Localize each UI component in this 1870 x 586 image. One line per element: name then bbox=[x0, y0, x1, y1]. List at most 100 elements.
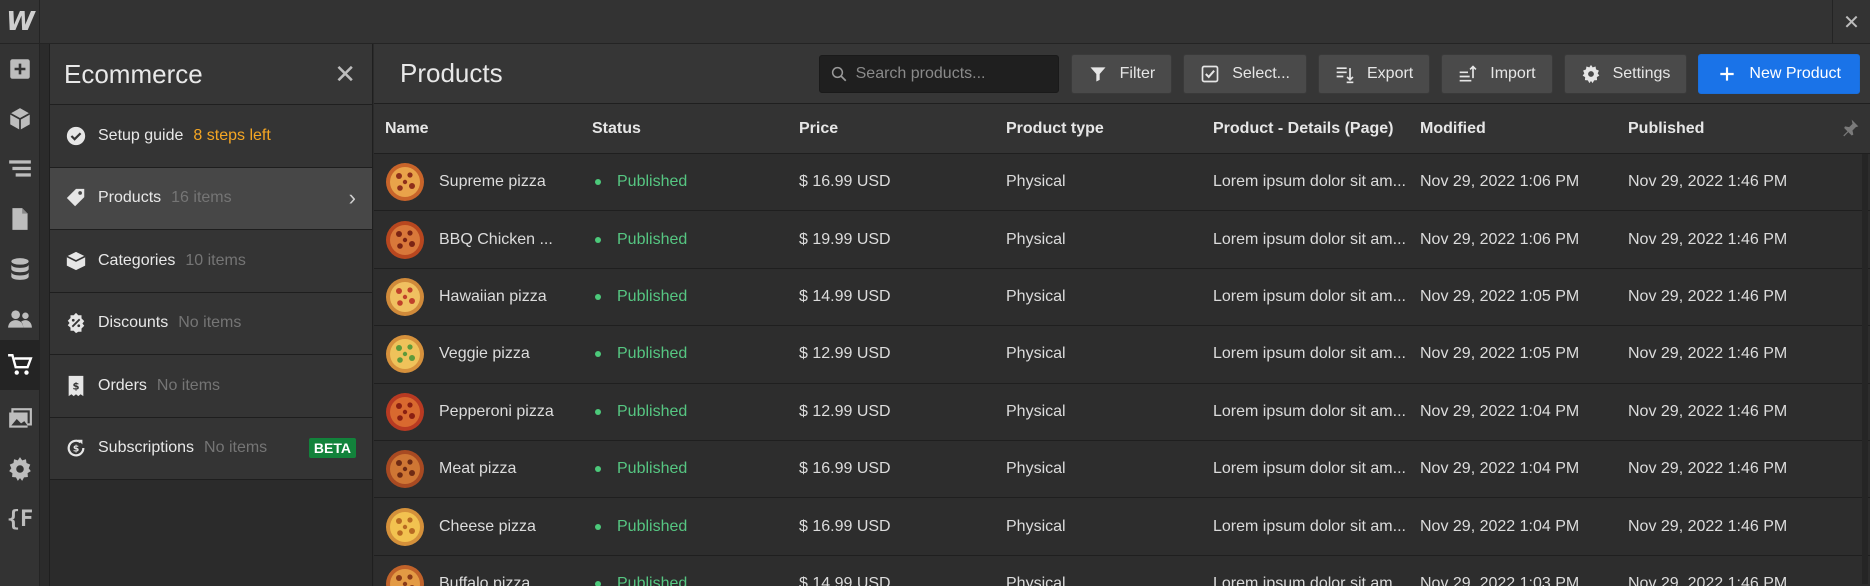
cell-published: Nov 29, 2022 1:46 PM bbox=[1628, 345, 1788, 363]
status-dot-icon bbox=[595, 523, 601, 530]
cell-modified: Nov 29, 2022 1:03 PM bbox=[1420, 574, 1580, 586]
product-name[interactable]: BBQ Chicken ... bbox=[439, 231, 553, 249]
pizza-thumbnail bbox=[386, 564, 424, 586]
left-rail: {F bbox=[0, 44, 40, 586]
cell-status: Published bbox=[581, 345, 788, 363]
table-row[interactable]: Veggie pizza Published $ 12.99 USD Physi… bbox=[374, 326, 1870, 384]
product-name[interactable]: Meat pizza bbox=[439, 460, 516, 478]
ecommerce-icon[interactable] bbox=[0, 340, 40, 390]
nav-item-categories[interactable]: Categories 10 items bbox=[50, 230, 372, 293]
import-icon bbox=[1459, 64, 1477, 81]
column-header-product-type[interactable]: Product type bbox=[995, 120, 1202, 138]
select-button[interactable]: Select... bbox=[1183, 53, 1307, 94]
cell-product-type: Physical bbox=[1006, 517, 1066, 535]
column-header-price[interactable]: Price bbox=[788, 120, 995, 138]
column-header-name[interactable]: Name bbox=[374, 120, 581, 138]
cell-name: Supreme pizza bbox=[374, 162, 581, 202]
import-button[interactable]: Import bbox=[1441, 53, 1553, 94]
nav-item-subscriptions[interactable]: $ Subscriptions No items BETA bbox=[50, 417, 372, 480]
product-name[interactable]: Hawaiian pizza bbox=[439, 288, 547, 306]
filter-button[interactable]: Filter bbox=[1070, 53, 1173, 94]
cell-name: Meat pizza bbox=[374, 449, 581, 489]
status-dot-icon bbox=[595, 408, 601, 415]
add-icon[interactable] bbox=[0, 44, 40, 94]
cell-published: Nov 29, 2022 1:46 PM bbox=[1628, 517, 1788, 535]
cell-modified: Nov 29, 2022 1:06 PM bbox=[1420, 173, 1580, 191]
nav-item-products[interactable]: Products 16 items › bbox=[50, 167, 372, 230]
table-row[interactable]: Supreme pizza Published $ 16.99 USD Phys… bbox=[374, 154, 1870, 212]
new-product-button[interactable]: New Product bbox=[1698, 53, 1860, 94]
cell-details: Lorem ipsum dolor sit am... bbox=[1213, 230, 1406, 248]
cell-product-type: Physical bbox=[1006, 574, 1066, 586]
nav-label: Discounts bbox=[98, 314, 169, 332]
product-table-body: Supreme pizza Published $ 16.99 USD Phys… bbox=[374, 154, 1870, 586]
settings-button[interactable]: Settings bbox=[1563, 53, 1688, 94]
users-icon[interactable] bbox=[0, 294, 40, 344]
column-header-modified[interactable]: Modified bbox=[1409, 120, 1617, 138]
top-bar: W ✕ bbox=[0, 0, 1870, 44]
cell-price: $ 12.99 USD bbox=[799, 345, 891, 363]
nav-label: Orders bbox=[98, 376, 147, 394]
navigator-icon[interactable] bbox=[0, 144, 40, 194]
nav-item-setup-guide[interactable]: Setup guide 8 steps left bbox=[50, 105, 372, 168]
status-dot-icon bbox=[595, 179, 601, 186]
tag-icon bbox=[64, 186, 88, 210]
cms-icon[interactable] bbox=[0, 244, 40, 294]
panel-close-icon[interactable]: ✕ bbox=[334, 59, 356, 90]
box-icon[interactable] bbox=[0, 94, 40, 144]
column-header-status[interactable]: Status bbox=[581, 120, 788, 138]
close-icon[interactable]: ✕ bbox=[1832, 0, 1870, 44]
plus-icon bbox=[1720, 66, 1735, 81]
pages-icon[interactable] bbox=[0, 194, 40, 244]
finsweet-icon[interactable]: {F bbox=[0, 494, 40, 544]
search-icon bbox=[831, 66, 846, 81]
cell-price: $ 14.99 USD bbox=[799, 574, 891, 586]
cell-status: Published bbox=[581, 403, 788, 421]
cell-product-type: Physical bbox=[1006, 460, 1066, 478]
settings-icon[interactable] bbox=[0, 444, 40, 494]
status-text: Published bbox=[617, 345, 688, 363]
status-dot-icon bbox=[595, 466, 601, 473]
table-row[interactable]: BBQ Chicken ... Published $ 19.99 USD Ph… bbox=[374, 211, 1870, 269]
export-button[interactable]: Export bbox=[1318, 53, 1431, 94]
export-icon bbox=[1336, 66, 1354, 83]
nav-item-orders[interactable]: $ Orders No items bbox=[50, 355, 372, 418]
scrollbar[interactable] bbox=[1862, 154, 1868, 584]
import-label: Import bbox=[1490, 64, 1536, 82]
product-name[interactable]: Veggie pizza bbox=[439, 345, 530, 363]
cell-name: Veggie pizza bbox=[374, 334, 581, 374]
table-row[interactable]: Meat pizza Published $ 16.99 USD Physica… bbox=[374, 440, 1870, 499]
beta-badge: BETA bbox=[308, 438, 356, 459]
cell-status: Published bbox=[581, 575, 788, 586]
nav-label: Setup guide bbox=[98, 126, 184, 144]
product-name[interactable]: Supreme pizza bbox=[439, 173, 546, 191]
column-header-details[interactable]: Product - Details (Page) bbox=[1202, 120, 1409, 138]
nav-item-discounts[interactable]: Discounts No items bbox=[50, 292, 372, 355]
cell-name: Cheese pizza bbox=[374, 507, 581, 547]
pizza-thumbnail bbox=[386, 392, 424, 431]
pizza-thumbnail bbox=[386, 507, 424, 546]
table-row[interactable]: Buffalo pizza Published $ 14.99 USD Phys… bbox=[374, 555, 1870, 586]
assets-icon[interactable] bbox=[0, 394, 40, 444]
search-box[interactable] bbox=[818, 54, 1059, 93]
cell-published: Nov 29, 2022 1:46 PM bbox=[1628, 287, 1788, 305]
product-name[interactable]: Cheese pizza bbox=[439, 518, 536, 536]
column-header-published[interactable]: Published bbox=[1617, 120, 1857, 138]
status-dot-icon bbox=[595, 351, 601, 358]
status-dot-icon bbox=[595, 236, 601, 243]
cell-modified: Nov 29, 2022 1:05 PM bbox=[1420, 287, 1580, 305]
search-input[interactable] bbox=[855, 64, 1046, 83]
pin-icon[interactable] bbox=[1840, 118, 1860, 143]
table-row[interactable]: Cheese pizza Published $ 16.99 USD Physi… bbox=[374, 498, 1870, 556]
cell-status: Published bbox=[581, 460, 788, 478]
webflow-logo[interactable]: W bbox=[0, 0, 40, 44]
cell-status: Published bbox=[581, 288, 788, 306]
product-name[interactable]: Buffalo pizza bbox=[439, 575, 530, 586]
cell-modified: Nov 29, 2022 1:05 PM bbox=[1420, 345, 1580, 363]
status-text: Published bbox=[617, 173, 688, 191]
product-name[interactable]: Pepperoni pizza bbox=[439, 403, 554, 421]
table-row[interactable]: Pepperoni pizza Published $ 12.99 USD Ph… bbox=[374, 383, 1870, 441]
finsweet-label: {F bbox=[6, 506, 34, 532]
table-row[interactable]: Hawaiian pizza Published $ 14.99 USD Phy… bbox=[374, 268, 1870, 327]
cell-name: Pepperoni pizza bbox=[374, 392, 581, 432]
